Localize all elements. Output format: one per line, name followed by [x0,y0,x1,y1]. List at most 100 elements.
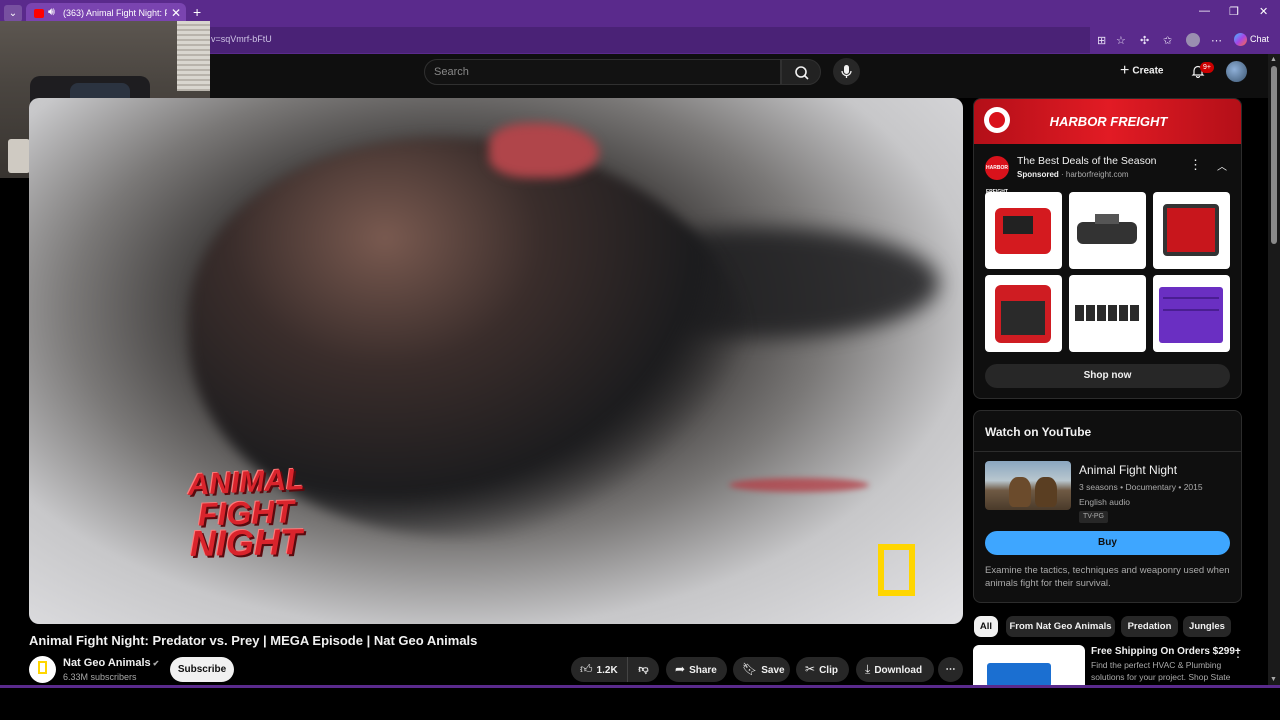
bookmark-icon: 🔖︎ [742,662,758,676]
natgeo-watermark-icon [878,544,915,596]
window-bottom-edge [0,685,1280,688]
natgeo-logo-icon [38,661,47,674]
window-restore-button[interactable]: ❐ [1229,5,1239,18]
scrollbar-thumb[interactable] [1271,66,1277,244]
video-animal-snout [489,123,599,178]
dislike-button[interactable]: 👎︎ [627,657,659,682]
ad-more-options-icon[interactable]: ⋮ [1189,157,1202,173]
chip-all[interactable]: All [974,616,998,637]
channel-name[interactable]: Nat Geo Animals ✔ [63,657,159,669]
product-socket-set[interactable] [1069,275,1146,352]
window-close-button[interactable]: ✕ [1259,5,1268,18]
tab-title: (363) Animal Fight Night: Pred [63,8,167,18]
address-bar[interactable]: v=sqVmrf-bFtU [210,27,1090,53]
verified-badge-icon: ✔ [152,659,160,668]
tab-close-icon[interactable]: ✕ [171,6,181,20]
watch-on-youtube-heading: Watch on YouTube [985,425,1092,439]
product-tool-chest[interactable] [1153,275,1230,352]
animal-fight-night-logo: ANIMAL FIGHT NIGHT [171,463,321,564]
chip-from-nat-geo-animals[interactable]: From Nat Geo Animals [1006,616,1115,637]
download-button[interactable]: ⤓ Download [856,657,934,682]
watch-on-youtube-card: Watch on YouTube Animal Fight Night 3 se… [973,410,1242,603]
product-generator-red[interactable] [985,192,1062,269]
subscribe-button[interactable]: Subscribe [170,657,234,682]
search-icon [795,66,809,80]
search-input[interactable]: Search [424,59,781,85]
scissors-icon: ✂ [805,662,816,676]
page-scrollbar[interactable]: ▲ ▼ [1268,54,1280,688]
download-label: Download [874,665,923,676]
clip-button[interactable]: ✂ Clip [796,657,849,682]
scroll-up-arrow-icon[interactable]: ▲ [1270,56,1277,63]
ad-banner-image[interactable]: HARBOR FREIGHT [974,99,1241,144]
ad-collapse-chevron-icon[interactable]: ︿ [1217,158,1227,173]
window-blinds [177,21,210,91]
save-label: Save [761,665,785,676]
split-screen-icon[interactable]: ⊞ [1097,34,1106,47]
ad-banner-text: HARBOR FREIGHT [1049,114,1168,129]
advertiser-logo[interactable]: HARBOR FREIGHT [985,156,1009,195]
share-button[interactable]: ➦ Share [666,657,727,682]
copilot-icon [1234,33,1247,46]
search-button[interactable] [781,59,821,85]
copilot-chat-button[interactable]: Chat [1234,33,1269,46]
video-snow-stain [729,478,869,492]
hvac-unit-image [987,663,1051,687]
content-rating-badge: TV-PG [1079,511,1109,523]
address-bar-url: v=sqVmrf-bFtU [211,34,272,44]
profile-avatar-icon[interactable] [1186,33,1200,47]
chip-jungles[interactable]: Jungles [1183,616,1231,637]
voice-search-button[interactable] [833,58,860,85]
favorite-star-icon[interactable]: ☆ [1116,34,1126,47]
ad-sponsor-line: Sponsored · harborfreight.com [1017,170,1129,179]
window-minimize-button[interactable]: — [1199,5,1210,17]
extensions-icon[interactable]: ✣ [1140,34,1149,47]
like-count: 1.2K [596,665,618,676]
collections-icon[interactable]: ✩ [1163,34,1172,47]
search-placeholder: Search [434,66,469,78]
like-button[interactable]: 👍︎ 1.2K [571,657,627,682]
buy-button[interactable]: Buy [985,531,1230,555]
download-icon: ⤓ [865,662,871,676]
sponsored-ad-card[interactable]: HARBOR FREIGHT HARBOR FREIGHT The Best D… [973,98,1242,399]
user-avatar[interactable] [1226,61,1247,82]
thumbs-down-icon: 👎︎ [638,664,649,675]
show-thumbnail[interactable] [985,461,1071,510]
bottom-ad-thumbnail[interactable] [973,645,1085,687]
more-menu-icon[interactable]: ⋯ [1211,34,1222,47]
bottom-ad-title[interactable]: Free Shipping On Orders $299+ [1091,646,1241,657]
show-title[interactable]: Animal Fight Night [1079,463,1177,477]
product-winch[interactable] [1069,192,1146,269]
audio-playing-icon[interactable]: 🔊︎ [48,6,55,19]
create-label: Create [1132,65,1164,77]
more-actions-icon[interactable]: ⋯ [938,657,963,682]
divider [974,451,1241,452]
bottom-ad-more-icon[interactable]: ⋮ [1232,646,1244,660]
subscriber-count: 6.33M subscribers [63,672,137,682]
notification-count-badge: 9+ [1200,62,1214,73]
scroll-down-arrow-icon[interactable]: ▼ [1270,676,1277,683]
bottom-ad-description: Find the perfect HVAC & Plumbing solutio… [1091,660,1231,682]
thumbs-up-icon: 👍︎ [580,662,593,676]
ad-domain: harborfreight.com [1065,170,1129,179]
chip-predation[interactable]: Predation [1121,616,1178,637]
shop-now-button[interactable]: Shop now [985,364,1230,388]
save-button[interactable]: 🔖︎ Save [733,657,790,682]
new-tab-button[interactable]: + [193,4,201,20]
ad-title[interactable]: The Best Deals of the Season [1017,155,1157,167]
create-button[interactable]: + Create [1120,62,1163,80]
video-player[interactable]: ANIMAL FIGHT NIGHT [29,98,963,624]
channel-avatar[interactable] [29,656,56,683]
show-meta: 3 seasons • Documentary • 2015 [1079,482,1203,492]
show-description: Examine the tactics, techniques and weap… [985,565,1230,589]
product-generator-inverter[interactable] [985,275,1062,352]
channel-name-text: Nat Geo Animals [63,657,151,669]
share-label: Share [689,665,717,676]
tab-actions-menu-icon[interactable]: ⌄ [4,5,22,22]
product-water-pump[interactable] [1153,192,1230,269]
share-icon: ➦ [675,662,686,676]
youtube-favicon-icon [34,9,44,18]
cup [8,139,30,173]
chat-label: Chat [1250,33,1270,44]
microphone-icon [841,65,852,78]
